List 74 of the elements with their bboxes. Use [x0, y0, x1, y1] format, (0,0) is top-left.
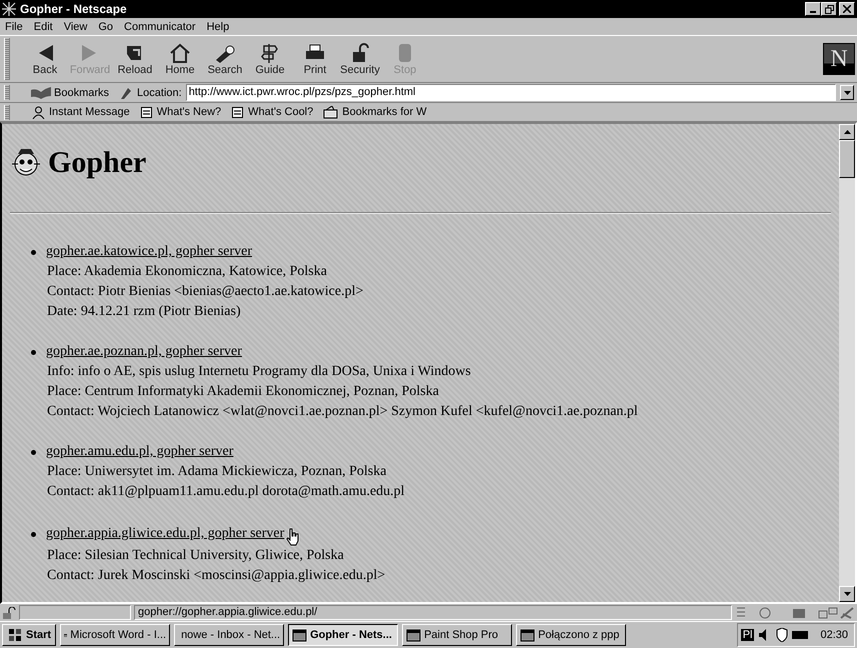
- entry-detail: Contact: Jurek Moscinski <moscinsi@appia.gliwice.edu.pl>: [47, 567, 386, 585]
- document-icon: [140, 106, 153, 118]
- entry-detail: Info: info o AE, spis uslug Internetu Programy dla DOSa, Unixa i Windows: [47, 363, 472, 381]
- entry-detail: Contact: ak11@plpuam11.amu.edu.pl dorota@math.amu.edu.pl: [47, 483, 406, 501]
- dropdown-arrow-icon: [844, 90, 850, 94]
- entry-detail: Place: Uniwersytet im. Adama Mickiewicza, Poznan, Polska: [47, 463, 388, 481]
- toolbar-button[interactable]: Security: [339, 42, 381, 76]
- url-field[interactable]: http://www.ict.pwr.wroc.pl/pzs/pzs_gopher.html: [186, 84, 836, 101]
- document-icon: [231, 106, 244, 118]
- scroll-thumb[interactable]: [839, 140, 855, 178]
- entry-detail: Place: Centrum Informatyki Akademii Ekonomicznej, Poznan, Polska: [47, 383, 440, 401]
- app-icon: [2, 2, 16, 16]
- location-icon: [119, 86, 134, 100]
- close-icon: [843, 5, 851, 13]
- bookmarks-button[interactable]: Bookmarks: [30, 86, 110, 100]
- personal-toolbar-button[interactable]: Bookmarks for W: [323, 106, 427, 118]
- bullet: [31, 350, 36, 354]
- restore-button[interactable]: [821, 2, 837, 16]
- bookmark-icon: [30, 86, 52, 100]
- entry-detail: Place: Silesian Technical University, Gliwice, Polska: [47, 547, 345, 565]
- bullet: [31, 532, 36, 536]
- bullet: [31, 250, 36, 254]
- window-icon: [520, 628, 536, 642]
- taskbar-button[interactable]: Gopher - Nets...: [288, 624, 398, 646]
- close-button[interactable]: [839, 2, 855, 16]
- window-icon: [406, 628, 422, 642]
- taskbar-button[interactable]: Microsoft Word - I...: [60, 624, 170, 646]
- entry-detail: Contact: Wojciech Latanowicz <wlat@novci1.ae.poznan.pl> Szymon Kufel <kufel@novci1.ae.poznan.pl: [47, 403, 639, 421]
- menu-item[interactable]: Help: [206, 20, 230, 32]
- clock: 02:30: [820, 629, 848, 641]
- scroll-up-arrow-icon[interactable]: [844, 130, 850, 134]
- server-link[interactable]: gopher.appia.gliwice.edu.pl, gopher server: [46, 524, 284, 544]
- toolbar-grip[interactable]: [4, 104, 10, 120]
- menu-item[interactable]: View: [64, 20, 88, 32]
- bullet: [31, 450, 36, 454]
- toolbar-grip[interactable]: [4, 85, 10, 100]
- hand-cursor-icon: [286, 528, 300, 546]
- scroll-down-arrow-icon[interactable]: [844, 592, 850, 596]
- minimize-button[interactable]: [805, 2, 821, 16]
- server-link[interactable]: gopher.ae.katowice.pl, gopher server: [46, 242, 252, 262]
- server-link[interactable]: gopher.amu.edu.pl, gopher server: [46, 442, 234, 462]
- window-icon: [292, 628, 308, 642]
- browser-logo[interactable]: N: [823, 43, 855, 75]
- windows-logo-icon: [7, 628, 23, 642]
- restore-icon: [824, 4, 834, 14]
- dropdown-button[interactable]: [840, 85, 854, 100]
- entry-detail: Contact: Piotr Bienias <bienias@aecto1.ae.katowice.pl>: [47, 283, 364, 301]
- location-label: Location:: [137, 86, 182, 98]
- personal-toolbar-button[interactable]: Instant Message: [32, 106, 130, 118]
- page-heading: Gopher: [48, 146, 146, 180]
- house-icon: [168, 42, 192, 64]
- battery-icon[interactable]: [792, 630, 808, 640]
- entry-detail: Place: Akademia Ekonomiczna, Katowice, Polska: [47, 263, 328, 281]
- padlock-icon: [2, 606, 16, 618]
- menu-item[interactable]: Communicator: [124, 20, 196, 32]
- personal-toolbar-button[interactable]: What's Cool?: [231, 106, 314, 118]
- start-button[interactable]: Start: [2, 624, 56, 646]
- taskbar-button[interactable]: Paint Shop Pro: [402, 624, 512, 646]
- folder-icon: [323, 106, 338, 118]
- vertical-scrollbar[interactable]: [839, 124, 855, 602]
- menu-item[interactable]: File: [5, 20, 23, 32]
- server-link[interactable]: gopher.ae.poznan.pl, gopher server: [46, 342, 242, 362]
- entry-detail: Date: 94.12.21 rzm (Piotr Bienias): [47, 303, 242, 321]
- menu-item[interactable]: Edit: [34, 20, 53, 32]
- taskbar-button[interactable]: nowe - Inbox - Net...: [174, 624, 284, 646]
- menu-item[interactable]: Go: [98, 20, 114, 32]
- personal-toolbar-button[interactable]: What's New?: [140, 106, 222, 118]
- language-indicator[interactable]: Pl: [740, 629, 754, 641]
- person-icon: [32, 106, 45, 118]
- toolbar-grip[interactable]: [4, 38, 10, 80]
- window-title: Gopher - Netscape: [20, 2, 127, 16]
- taskbar-button[interactable]: Połączono z ppp: [516, 624, 626, 646]
- shield-icon[interactable]: [776, 628, 788, 642]
- status-text: gopher://gopher.appia.gliwice.edu.pl/: [134, 605, 732, 620]
